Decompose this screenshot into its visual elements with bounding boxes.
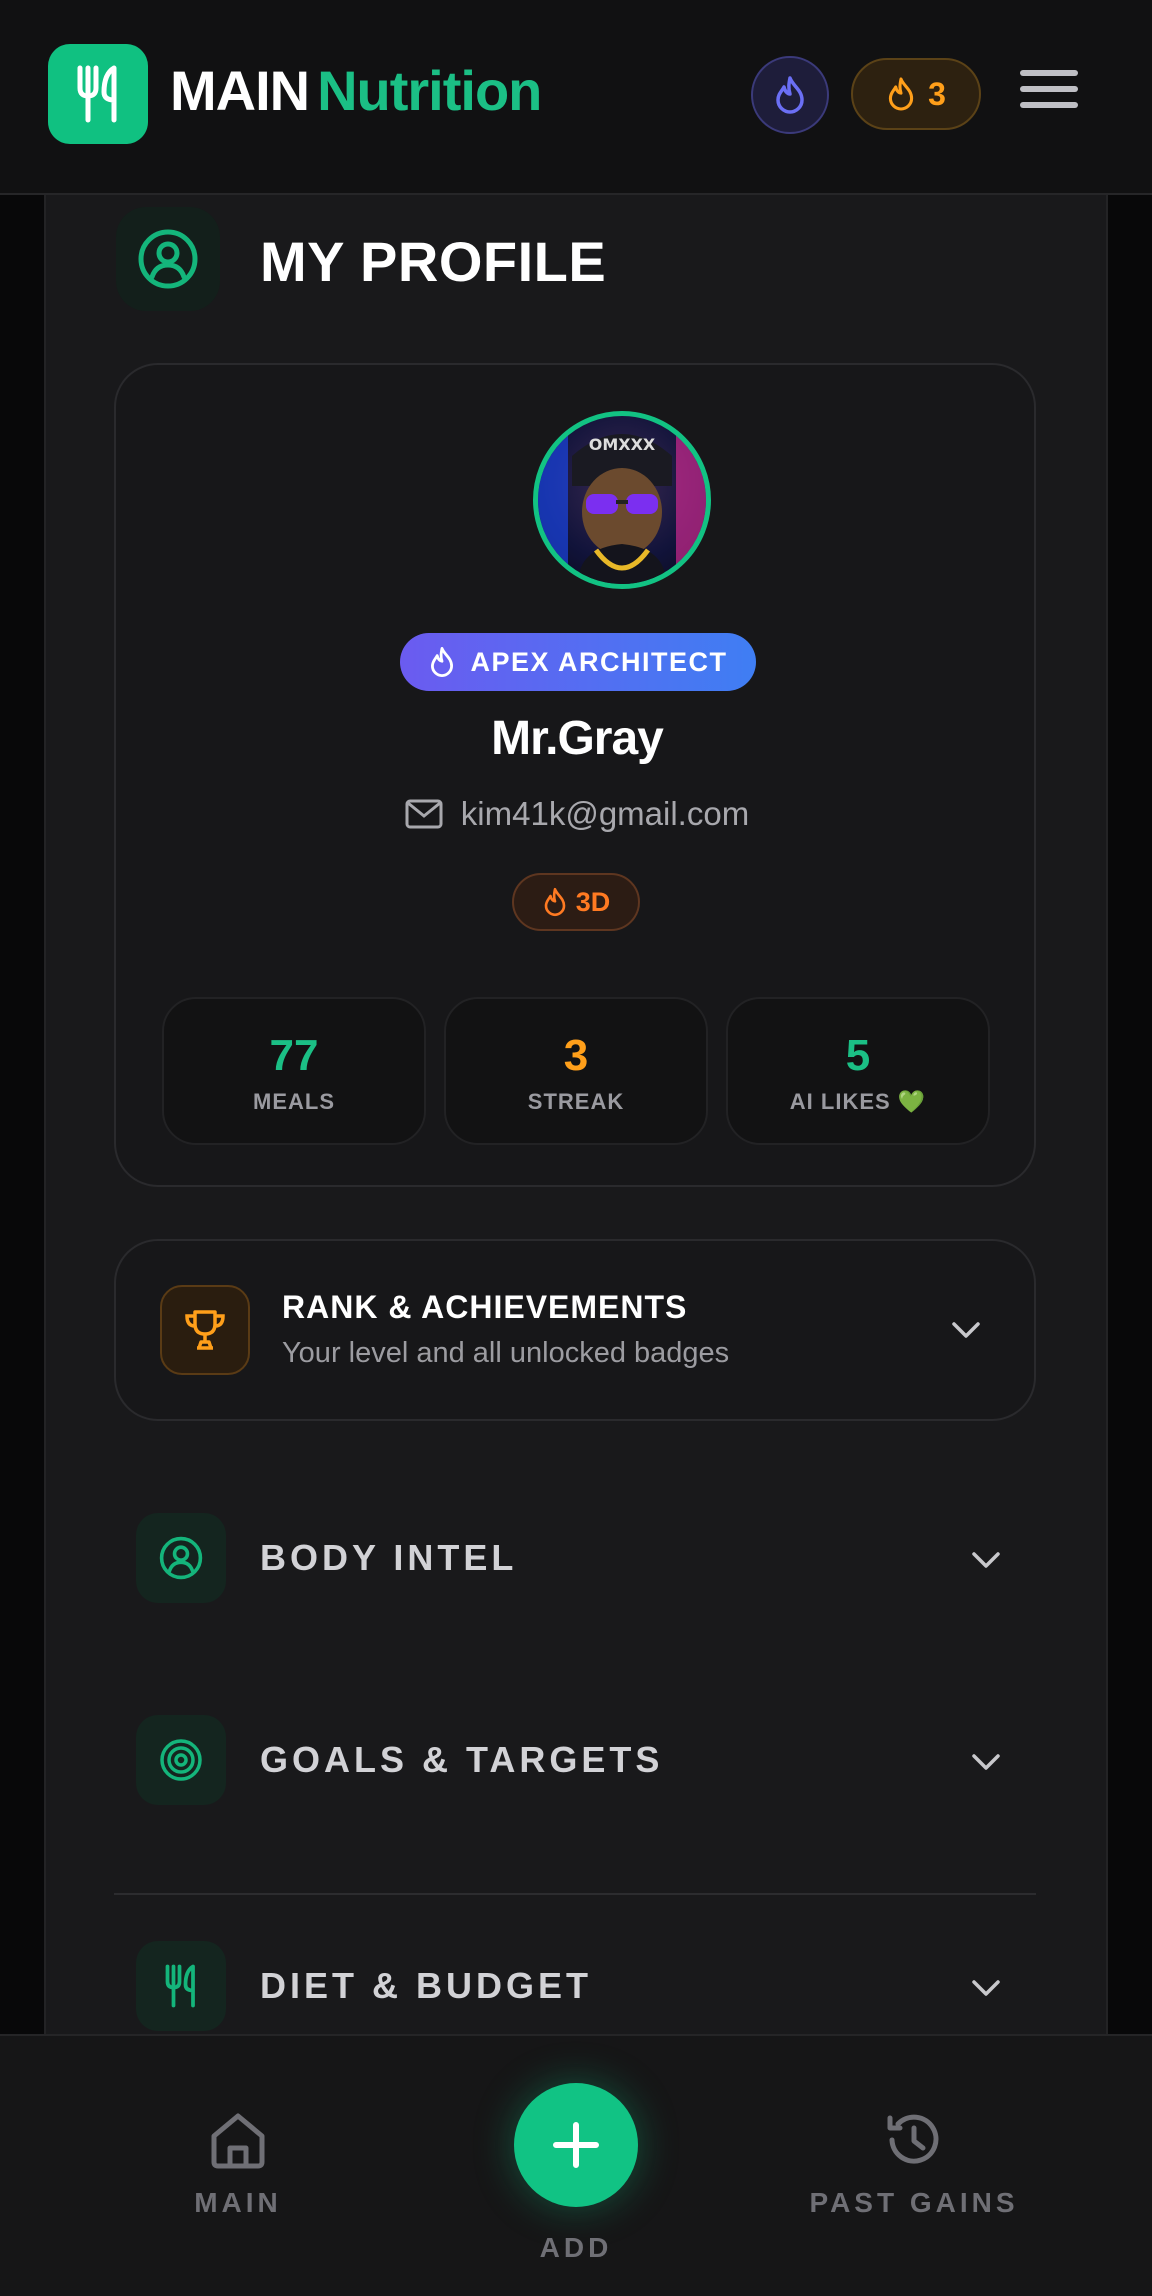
add-button[interactable]	[514, 2083, 638, 2207]
streak-counter-button[interactable]: 3	[851, 58, 981, 130]
flame-icon	[776, 76, 804, 114]
page-title: MY PROFILE	[260, 230, 607, 293]
section-icon	[136, 1513, 226, 1603]
section-body-intel[interactable]: BODY INTEL	[136, 1513, 1016, 1605]
brand-accent: Nutrition	[317, 59, 542, 122]
plus-icon	[553, 2122, 599, 2168]
stat-ai-likes: 5 AI LIKES 💚	[726, 997, 990, 1145]
nav-add-label-wrap: ADD	[526, 2232, 626, 2264]
trophy-icon-box	[160, 1285, 250, 1375]
stat-meals: 77 MEALS	[162, 997, 426, 1145]
nav-main[interactable]: MAIN	[170, 2108, 306, 2219]
section-icon	[136, 1715, 226, 1805]
achievements-subtitle: Your level and all unlocked badges	[282, 1337, 730, 1369]
avatar-cap-text: OMXXX	[589, 435, 656, 454]
home-icon	[211, 2113, 265, 2169]
flame-icon	[544, 887, 566, 917]
stat-label: MEALS	[253, 1089, 335, 1114]
app-brand: MAIN Nutrition	[170, 58, 542, 123]
bottom-nav: MAIN ADD PAST GAINS	[0, 2034, 1152, 2296]
section-divider	[114, 1893, 1036, 1895]
stat-label: STREAK	[527, 1089, 625, 1114]
chevron-down-icon	[972, 1980, 1000, 1996]
profile-card: OMXXX APEX ARCHITECT Mr.Gray kim41k@gmai…	[114, 363, 1036, 1187]
nav-add-label: ADD	[539, 2232, 613, 2263]
stat-value: 3	[563, 1031, 589, 1080]
nav-past-label: PAST GAINS	[809, 2187, 1019, 2218]
right-rail	[1106, 195, 1152, 2034]
achievements-title: RANK & ACHIEVEMENTS	[282, 1289, 688, 1325]
profile-page: MY PROFILE OMXXX APEX ARCHITECT Mr.Gray …	[46, 195, 1106, 2034]
user-circle-icon	[159, 1536, 203, 1580]
section-label: BODY INTEL	[260, 1537, 518, 1578]
rank-flame-button[interactable]	[751, 56, 829, 134]
flame-icon	[888, 77, 914, 111]
chevron-down-icon	[972, 1552, 1000, 1568]
chevron-down-icon	[972, 1754, 1000, 1770]
rank-achievements-accordion[interactable]: RANK & ACHIEVEMENTS Your level and all u…	[114, 1239, 1036, 1421]
profile-title-icon	[116, 207, 220, 311]
stat-value: 77	[269, 1031, 319, 1080]
trophy-icon	[185, 1310, 225, 1350]
left-rail	[0, 195, 46, 2034]
chevron-down-icon	[952, 1322, 980, 1338]
app-logo[interactable]	[48, 44, 148, 144]
section-label: DIET & BUDGET	[260, 1965, 593, 2006]
utensils-icon	[77, 65, 117, 123]
email-row: kim41k@gmail.com	[116, 795, 1038, 833]
stat-streak: 3 STREAK	[444, 997, 708, 1145]
history-icon	[887, 2114, 939, 2164]
nav-main-label: MAIN	[194, 2187, 282, 2218]
mail-icon	[405, 799, 443, 829]
app-header: MAIN Nutrition 3	[0, 0, 1152, 195]
streak-chip: 3D	[512, 873, 640, 931]
brand-main: MAIN	[170, 59, 310, 122]
section-label: GOALS & TARGETS	[260, 1739, 664, 1780]
user-name: Mr.Gray	[491, 712, 664, 765]
avatar[interactable]: OMXXX	[533, 411, 711, 589]
rank-label: APEX ARCHITECT	[470, 646, 728, 677]
user-email: kim41k@gmail.com	[460, 795, 750, 832]
flame-icon	[431, 647, 454, 677]
section-goals-targets[interactable]: GOALS & TARGETS	[136, 1715, 1016, 1807]
user-circle-icon	[138, 229, 198, 289]
section-diet-budget[interactable]: DIET & BUDGET	[136, 1941, 1016, 2033]
target-icon	[160, 1739, 202, 1781]
hamburger-menu-icon[interactable]	[1020, 70, 1090, 120]
section-icon	[136, 1941, 226, 2031]
nav-past-gains[interactable]: PAST GAINS	[802, 2108, 1026, 2219]
streak-count: 3	[928, 75, 946, 112]
stat-value: 5	[845, 1031, 871, 1080]
utensils-icon	[165, 1964, 195, 2008]
rank-badge: APEX ARCHITECT	[400, 633, 756, 691]
avatar-image: OMXXX	[538, 416, 706, 584]
stat-label: AI LIKES 💚	[789, 1089, 927, 1114]
streak-chip-label: 3D	[575, 886, 611, 917]
